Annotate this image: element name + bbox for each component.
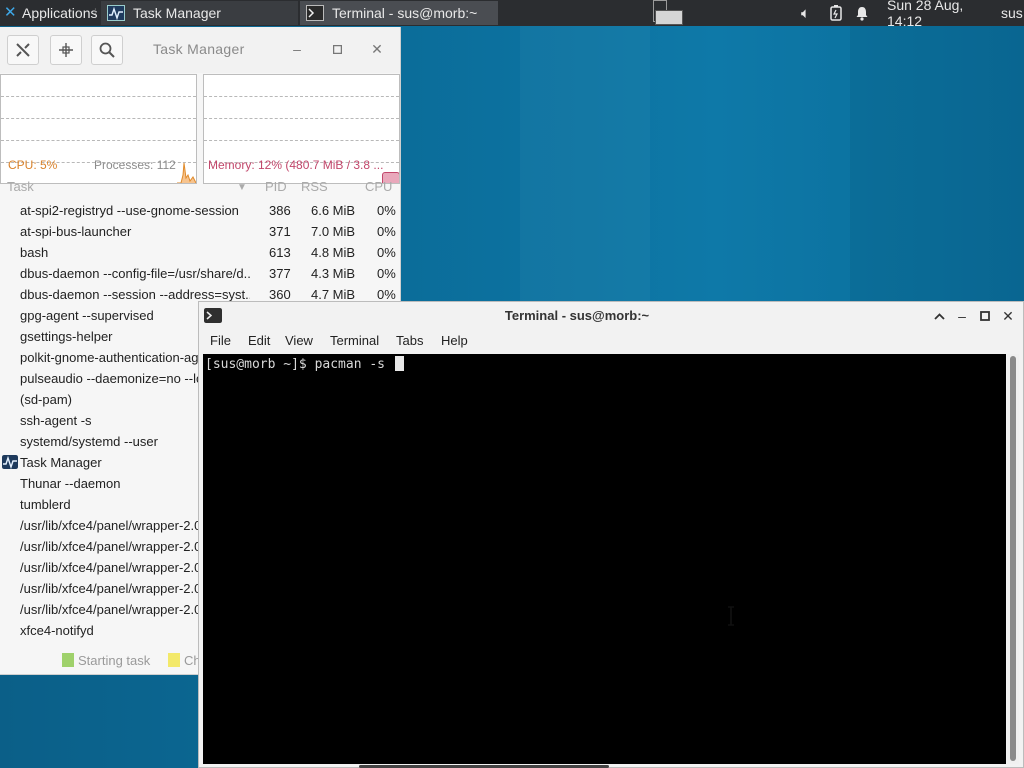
maximize-button[interactable] bbox=[328, 39, 346, 59]
menu-file[interactable]: File bbox=[210, 333, 231, 348]
text-cursor bbox=[394, 356, 404, 371]
memory-stat: Memory: 12% (480.7 MiB / 3.8 ... bbox=[208, 158, 384, 172]
cell-rss: 4.3 MiB bbox=[311, 266, 356, 281]
window-title: Terminal - sus@morb:~ bbox=[504, 308, 650, 323]
cell-task: bash bbox=[20, 245, 49, 260]
cell-rss: 4.7 MiB bbox=[311, 287, 356, 302]
terminal-menubar: File Edit View Terminal Tabs Help bbox=[199, 329, 1023, 353]
table-row[interactable]: at-spi2-registryd --use-gnome-session 386… bbox=[0, 200, 400, 221]
workspace-switcher[interactable] bbox=[651, 0, 685, 26]
cell-task: dbus-daemon --config-file=/usr/share/d..… bbox=[20, 266, 250, 281]
cell-rss: 6.6 MiB bbox=[311, 203, 356, 218]
taskbar-button-terminal[interactable]: Terminal - sus@morb:~ bbox=[300, 1, 498, 25]
cell-cpu: 0% bbox=[377, 287, 396, 302]
cell-pid: 360 bbox=[269, 287, 291, 302]
close-button[interactable]: ✕ bbox=[999, 306, 1017, 326]
applications-label: Applications bbox=[22, 5, 98, 21]
cell-pid: 377 bbox=[269, 266, 291, 281]
cell-rss: 4.8 MiB bbox=[311, 245, 356, 260]
cell-pid: 386 bbox=[269, 203, 291, 218]
table-row[interactable]: bash 613 4.8 MiB 0% bbox=[0, 242, 400, 263]
cell-task: at-spi-bus-launcher bbox=[20, 224, 132, 239]
table-row[interactable]: dbus-daemon --config-file=/usr/share/d..… bbox=[0, 263, 400, 284]
menu-terminal[interactable]: Terminal bbox=[330, 333, 379, 348]
cell-cpu: 0% bbox=[377, 245, 396, 260]
legend-starting-task: Starting task bbox=[62, 651, 150, 669]
menu-view[interactable]: View bbox=[285, 333, 313, 348]
prompt-text: [sus@morb ~]$ pacman -s bbox=[205, 357, 393, 372]
taskbar-label: Terminal - sus@morb:~ bbox=[332, 5, 478, 21]
cpu-stat: CPU: 5% bbox=[8, 158, 58, 172]
column-header-pid[interactable]: PID bbox=[265, 179, 287, 197]
chevron-up-icon bbox=[933, 312, 945, 320]
cell-cpu: 0% bbox=[377, 224, 396, 239]
task-manager-header: Task Manager ‒ ✕ bbox=[0, 27, 400, 73]
battery-icon[interactable] bbox=[830, 0, 844, 26]
notification-bell-icon[interactable] bbox=[855, 0, 871, 26]
column-header-cpu[interactable]: CPU bbox=[365, 179, 392, 197]
applications-menu[interactable]: ✕ Applications bbox=[0, 0, 100, 26]
close-button[interactable]: ✕ bbox=[368, 39, 386, 59]
shade-up-button[interactable] bbox=[930, 306, 948, 326]
window-title: Task Manager bbox=[153, 41, 245, 57]
terminal-screen[interactable]: [sus@morb ~]$ pacman -s bbox=[203, 354, 1006, 764]
workspace-window-preview bbox=[655, 10, 683, 25]
terminal-scrollbar[interactable] bbox=[1007, 354, 1019, 764]
cell-pid: 613 bbox=[269, 245, 291, 260]
cell-rss: 7.0 MiB bbox=[311, 224, 356, 239]
cell-cpu: 0% bbox=[377, 203, 396, 218]
maximize-icon bbox=[980, 311, 990, 321]
identify-window-button[interactable] bbox=[50, 35, 82, 65]
legend-changing-task: Ch bbox=[168, 651, 201, 669]
panel-clock[interactable]: Sun 28 Aug, 14:12 bbox=[887, 0, 997, 29]
task-manager-icon bbox=[107, 5, 125, 21]
minimize-button[interactable]: ‒ bbox=[953, 306, 971, 326]
top-panel: ✕ Applications ⁞ Task Manager Terminal -… bbox=[0, 0, 1024, 29]
xfce-logo-icon: ✕ bbox=[4, 4, 17, 21]
task-manager-icon bbox=[2, 455, 18, 469]
panel-user-menu[interactable]: sus bbox=[1001, 0, 1024, 26]
legend-label: Starting task bbox=[78, 652, 151, 668]
column-header-rss[interactable]: RSS bbox=[301, 179, 328, 197]
tools-icon bbox=[16, 43, 30, 57]
terminal-prompt-line: [sus@morb ~]$ pacman -s bbox=[205, 356, 404, 372]
cell-task: at-spi2-registryd --use-gnome-session bbox=[20, 203, 239, 218]
menu-help[interactable]: Help bbox=[441, 333, 468, 348]
terminal-icon bbox=[306, 5, 324, 21]
taskbar-button-task-manager[interactable]: Task Manager bbox=[101, 1, 298, 25]
search-icon bbox=[99, 42, 115, 58]
maximize-button[interactable] bbox=[976, 306, 994, 326]
settings-button[interactable] bbox=[7, 35, 39, 65]
maximize-icon bbox=[332, 44, 342, 54]
legend-swatch bbox=[168, 653, 180, 667]
panel-separator: ⁞ bbox=[94, 7, 97, 19]
scrollbar-thumb[interactable] bbox=[1010, 356, 1016, 761]
cell-task: dbus-daemon --session --address=syst... bbox=[20, 287, 250, 302]
menu-edit[interactable]: Edit bbox=[248, 333, 270, 348]
column-header-task[interactable]: Task bbox=[7, 179, 34, 197]
table-row[interactable]: at-spi-bus-launcher 371 7.0 MiB 0% bbox=[0, 221, 400, 242]
volume-icon[interactable]: 🔈︎ bbox=[801, 0, 823, 26]
crosshair-icon bbox=[59, 43, 73, 57]
processes-stat: Processes: 112 bbox=[94, 158, 176, 172]
cell-cpu: 0% bbox=[377, 266, 396, 281]
mouse-ibeam-cursor-icon bbox=[726, 606, 736, 626]
minimize-button[interactable]: ‒ bbox=[288, 39, 306, 59]
sort-chevron-icon[interactable]: ▼ bbox=[237, 182, 247, 200]
menu-tabs[interactable]: Tabs bbox=[396, 333, 423, 348]
legend-swatch bbox=[62, 653, 74, 667]
terminal-window: Terminal - sus@morb:~ ‒ ✕ File Edit View… bbox=[198, 301, 1024, 768]
taskbar-label: Task Manager bbox=[133, 5, 221, 21]
cell-pid: 371 bbox=[269, 224, 291, 239]
search-button[interactable] bbox=[91, 35, 123, 65]
terminal-titlebar[interactable]: Terminal - sus@morb:~ ‒ ✕ bbox=[199, 302, 1023, 329]
